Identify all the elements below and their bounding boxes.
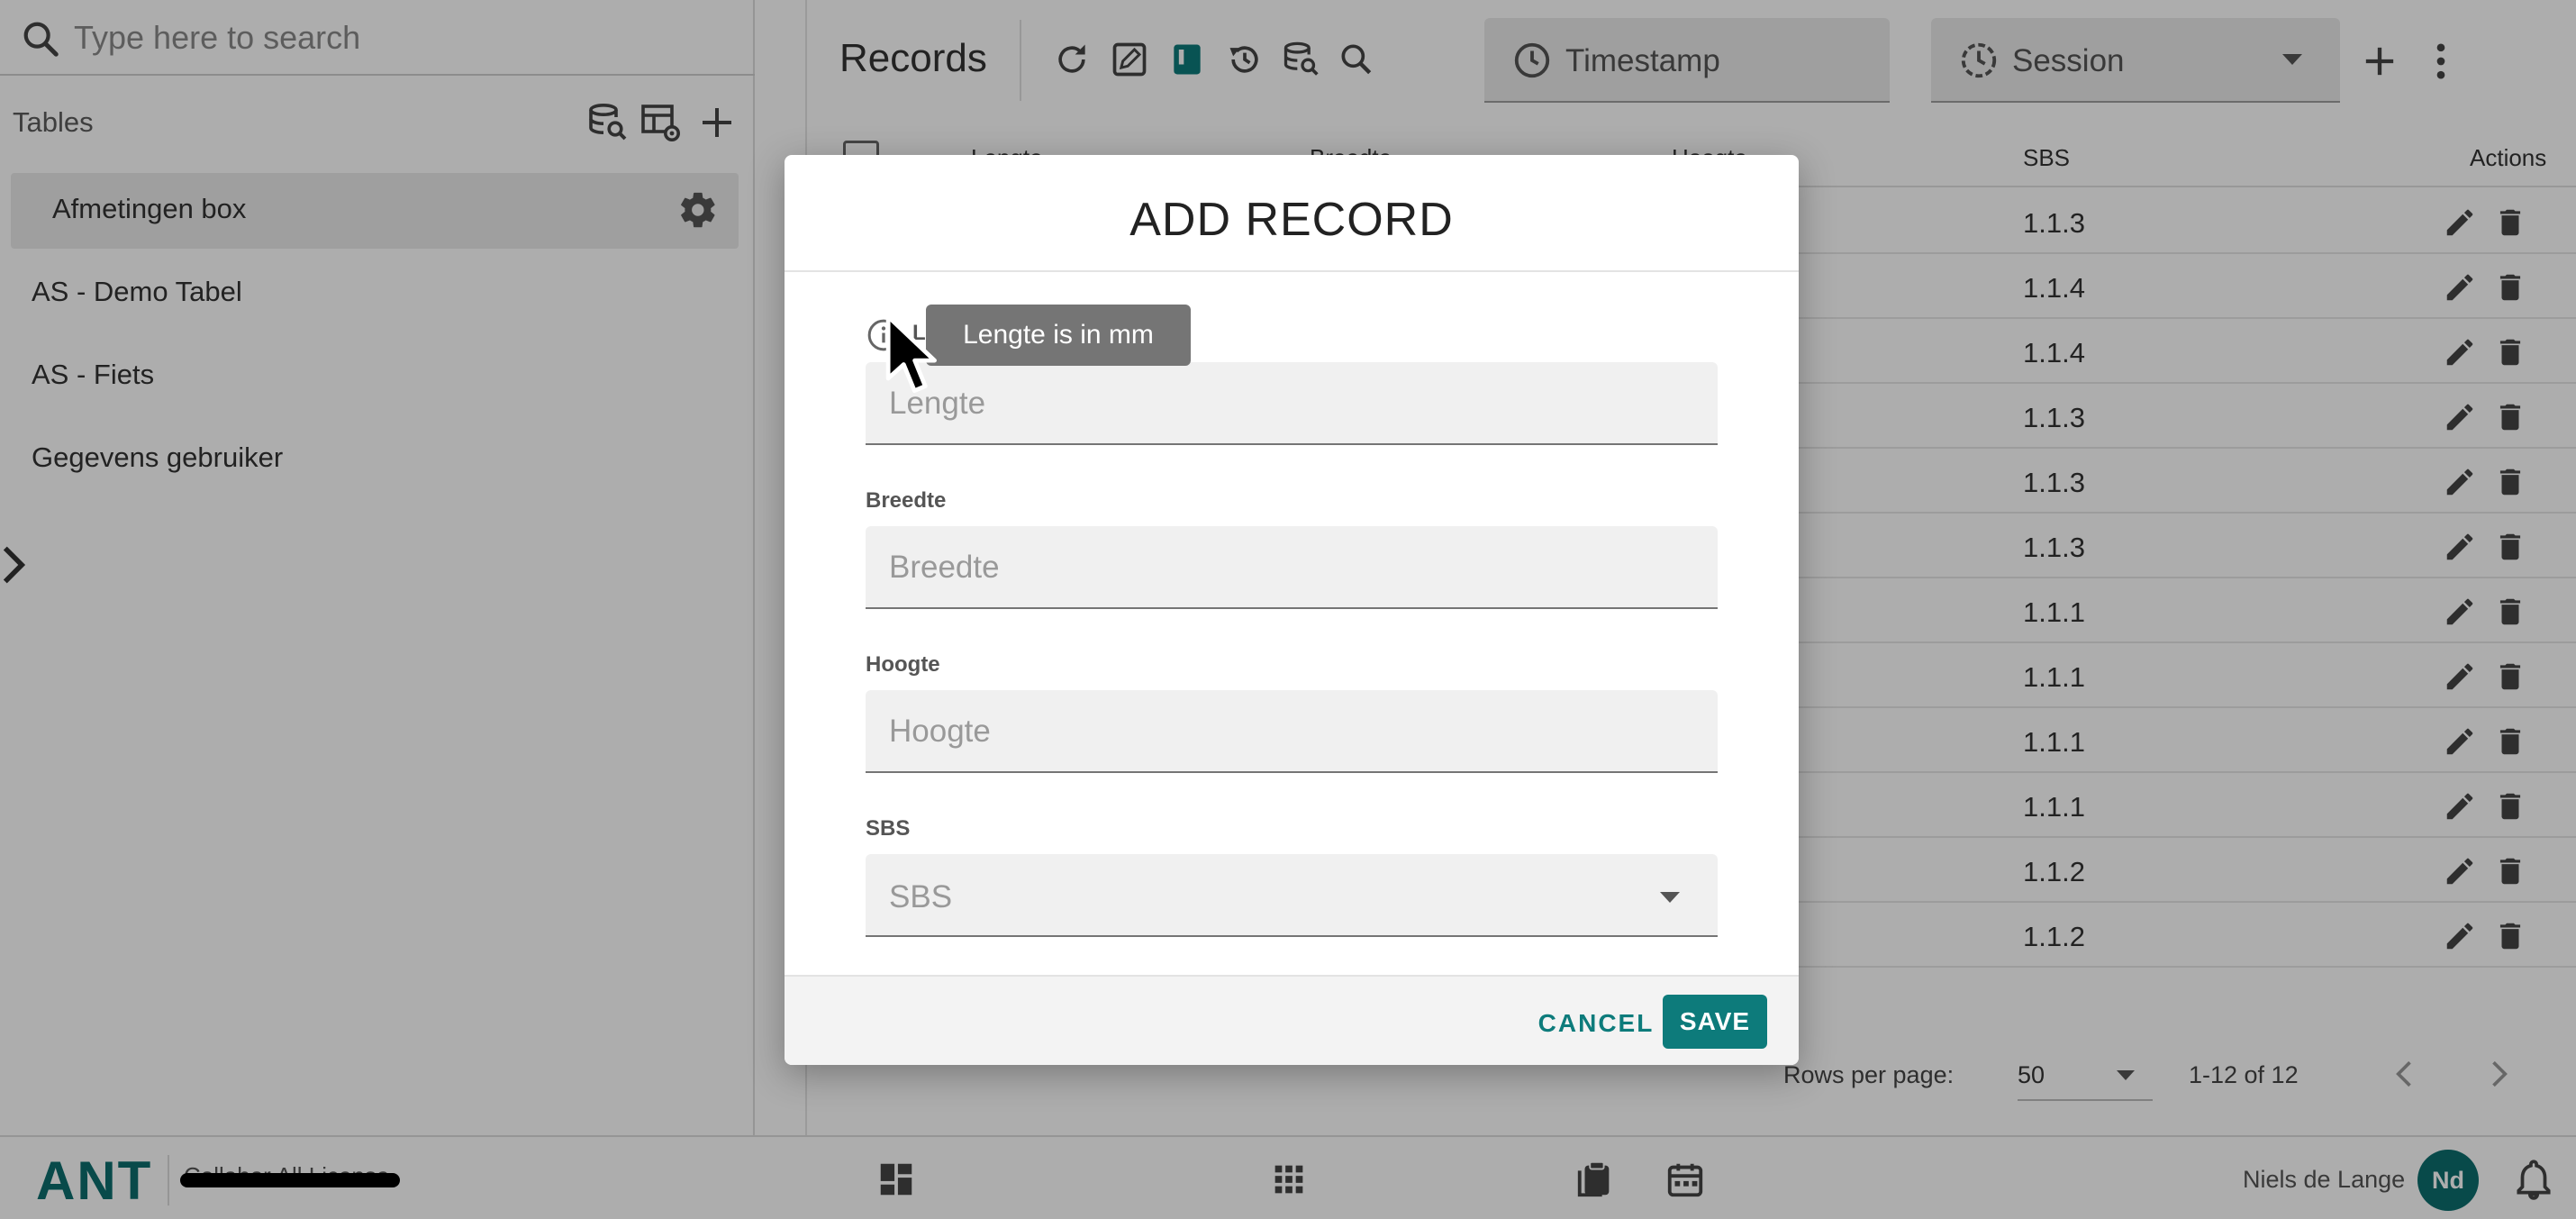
dialog-divider <box>785 270 1799 272</box>
chevron-down-icon <box>1660 892 1680 903</box>
lengte-input[interactable] <box>889 377 1682 431</box>
hoogte-input[interactable] <box>889 705 1682 759</box>
cancel-button[interactable]: CANCEL <box>1512 996 1680 1051</box>
field-label-sbs: SBS <box>866 816 911 841</box>
sbs-placeholder: SBS <box>889 879 953 914</box>
field-label-hoogte: Hoogte <box>866 652 940 677</box>
tooltip: Lengte is in mm <box>926 305 1191 366</box>
dialog-footer: CANCEL SAVE <box>785 975 1799 1065</box>
breedte-input[interactable] <box>889 541 1682 595</box>
mouse-cursor-icon <box>885 314 937 394</box>
sbs-select[interactable]: SBS <box>866 854 1718 937</box>
field-label-breedte: Breedte <box>866 488 947 513</box>
breedte-field <box>866 526 1718 609</box>
dialog-title: ADD RECORD <box>1129 194 1454 246</box>
add-record-dialog: ADD RECORD Lengte Breedte Hoogte SBS SBS… <box>785 155 1799 1065</box>
lengte-field <box>866 362 1718 445</box>
hoogte-field <box>866 690 1718 773</box>
save-button[interactable]: SAVE <box>1663 995 1767 1049</box>
